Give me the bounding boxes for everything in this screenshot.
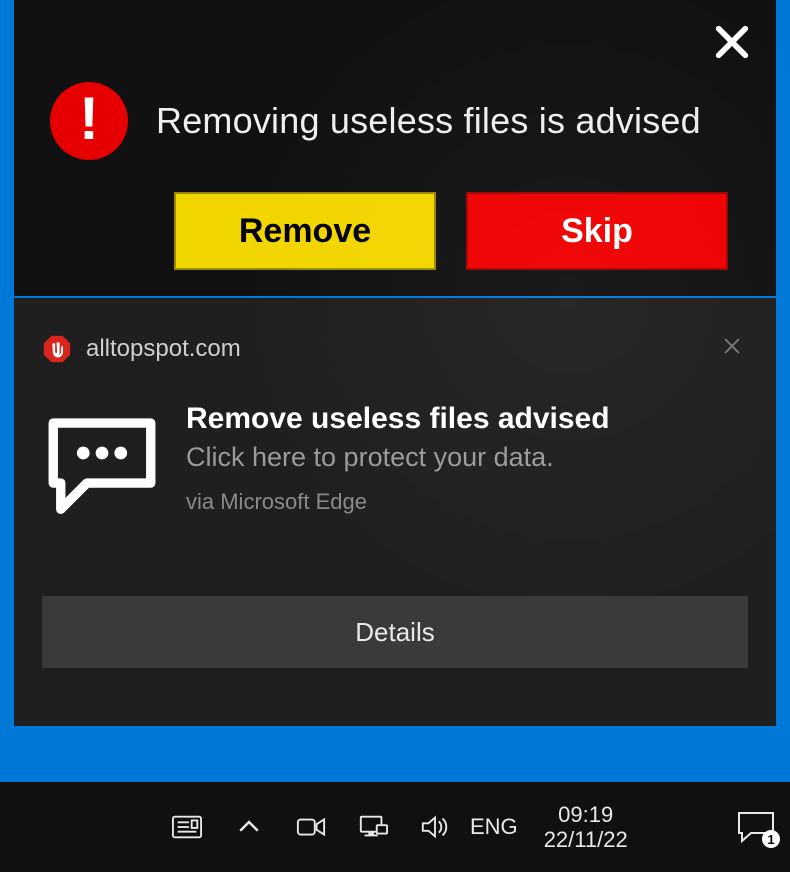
close-button[interactable] [710, 22, 754, 66]
chevron-up-icon[interactable] [232, 810, 266, 844]
adblock-stop-icon [42, 334, 72, 364]
action-center-button[interactable]: 1 [736, 810, 776, 844]
close-icon [721, 335, 743, 362]
notification-title: Remove useless files advised [186, 402, 610, 436]
volume-icon[interactable] [418, 810, 452, 844]
notification-site: alltopspot.com [86, 335, 241, 363]
taskbar-clock[interactable]: 09:19 22/11/22 [544, 802, 628, 853]
notification-subtitle: Click here to protect your data. [186, 442, 610, 473]
news-icon[interactable] [170, 810, 204, 844]
toast-notification[interactable]: alltopspot.com Remove useless files advi… [14, 298, 776, 726]
exclamation-icon: ! [79, 89, 99, 149]
taskbar-date: 22/11/22 [544, 827, 628, 852]
alert-icon: ! [50, 82, 128, 160]
speech-bubble-icon [42, 408, 162, 528]
popup-title: Removing useless files is advised [156, 100, 701, 142]
taskbar-time: 09:19 [544, 802, 628, 827]
language-indicator[interactable]: ENG [470, 814, 518, 840]
network-icon[interactable] [356, 810, 390, 844]
remove-button[interactable]: Remove [174, 192, 436, 270]
meet-now-icon[interactable] [294, 810, 328, 844]
close-icon [712, 22, 752, 67]
action-center-badge: 1 [762, 830, 780, 848]
details-button[interactable]: Details [42, 596, 748, 668]
notification-via: via Microsoft Edge [186, 489, 610, 515]
scam-popup: ! Removing useless files is advised Remo… [14, 0, 776, 296]
skip-button[interactable]: Skip [466, 192, 728, 270]
notification-close-button[interactable] [718, 334, 746, 362]
taskbar: ENG 09:19 22/11/22 1 [0, 782, 790, 872]
